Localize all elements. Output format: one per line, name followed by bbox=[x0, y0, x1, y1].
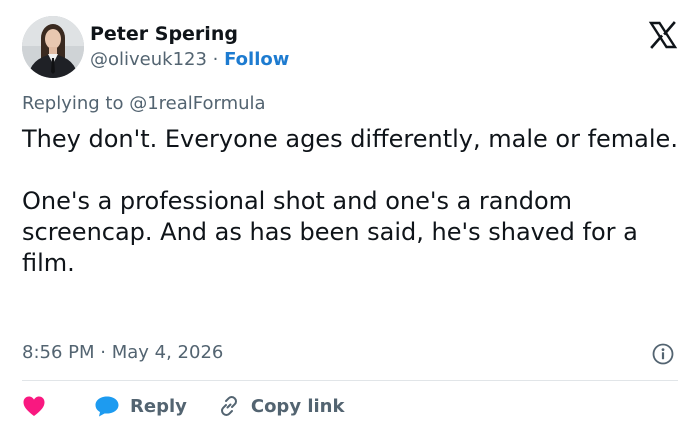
author-name[interactable]: Peter Spering bbox=[90, 22, 289, 46]
author-meta: @oliveuk123 · Follow bbox=[90, 47, 289, 73]
author-handle[interactable]: @oliveuk123 bbox=[90, 49, 207, 70]
avatar[interactable] bbox=[22, 16, 84, 78]
tweet-paragraph: One's a professional shot and one's a ra… bbox=[22, 187, 638, 277]
info-icon[interactable] bbox=[652, 343, 674, 365]
timestamp-separator: · bbox=[94, 342, 112, 363]
heart-icon bbox=[23, 396, 45, 416]
reply-label: Reply bbox=[130, 395, 187, 417]
x-logo-icon[interactable] bbox=[648, 20, 678, 50]
link-icon bbox=[220, 396, 237, 416]
tweet-timestamp[interactable]: 8:56 PM · May 4, 2026 bbox=[22, 340, 223, 366]
copy-link-label: Copy link bbox=[250, 395, 345, 417]
reply-button[interactable]: Reply bbox=[94, 395, 187, 417]
tweet-date: May 4, 2026 bbox=[111, 342, 224, 363]
divider bbox=[22, 380, 678, 381]
tweet-time: 8:56 PM bbox=[22, 342, 95, 363]
tweet-paragraph: They don't. Everyone ages differently, m… bbox=[22, 125, 678, 153]
reply-context-prefix: Replying to bbox=[22, 93, 130, 114]
action-bar: Reply Copy link bbox=[22, 390, 344, 422]
author-block: Peter Spering @oliveuk123 · Follow bbox=[90, 22, 289, 73]
meta-separator: · bbox=[206, 49, 225, 70]
like-button[interactable] bbox=[22, 395, 46, 417]
profile-photo bbox=[22, 16, 84, 78]
copy-link-button[interactable]: Copy link bbox=[217, 394, 345, 418]
tweet-embed-card: Peter Spering @oliveuk123 · Follow Reply… bbox=[0, 0, 700, 434]
reply-context: Replying to @1realFormula bbox=[22, 91, 266, 117]
reply-to-handle[interactable]: @1realFormula bbox=[129, 93, 265, 114]
tweet-text: They don't. Everyone ages differently, m… bbox=[22, 124, 682, 279]
speech-bubble-icon bbox=[95, 396, 119, 417]
follow-button[interactable]: Follow bbox=[224, 49, 289, 70]
